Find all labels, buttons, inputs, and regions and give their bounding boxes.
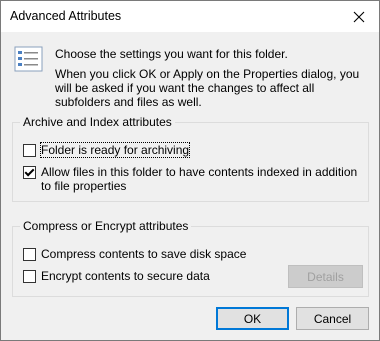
compress-encrypt-group-label: Compress or Encrypt attributes — [20, 219, 192, 233]
compress-option[interactable]: Compress contents to save disk space — [23, 247, 246, 261]
compress-encrypt-group: Compress or Encrypt attributes Compress … — [12, 219, 369, 297]
index-contents-checkbox[interactable] — [23, 166, 36, 179]
intro-text: Choose the settings you want for this fo… — [55, 47, 365, 109]
compress-checkbox[interactable] — [23, 248, 36, 261]
details-button[interactable]: Details — [288, 265, 363, 288]
advanced-attributes-dialog: Advanced Attributes Choose the settings … — [0, 0, 380, 341]
window-title: Advanced Attributes — [10, 9, 122, 23]
encrypt-option[interactable]: Encrypt contents to secure data — [23, 269, 210, 283]
cancel-button[interactable]: Cancel — [296, 307, 369, 330]
index-contents-option[interactable]: Allow files in this folder to have conte… — [23, 165, 358, 193]
close-icon — [353, 11, 365, 22]
folder-archive-option[interactable]: Folder is ready for archiving — [23, 142, 191, 158]
encrypt-checkbox[interactable] — [23, 270, 36, 283]
encrypt-label: Encrypt contents to secure data — [41, 269, 210, 283]
folder-archive-checkbox[interactable] — [23, 144, 36, 157]
title-bar: Advanced Attributes — [1, 1, 379, 32]
close-button[interactable] — [339, 1, 379, 32]
archive-index-group: Archive and Index attributes Folder is r… — [12, 115, 369, 202]
intro-line-2: When you click OK or Apply on the Proper… — [55, 67, 360, 109]
archive-index-group-label: Archive and Index attributes — [20, 115, 175, 129]
ok-button[interactable]: OK — [216, 307, 289, 330]
intro-line-1: Choose the settings you want for this fo… — [55, 47, 288, 61]
compress-label: Compress contents to save disk space — [41, 247, 247, 261]
index-contents-label: Allow files in this folder to have conte… — [41, 165, 358, 193]
settings-list-icon — [14, 46, 43, 72]
folder-archive-label: Folder is ready for archiving — [39, 142, 191, 158]
